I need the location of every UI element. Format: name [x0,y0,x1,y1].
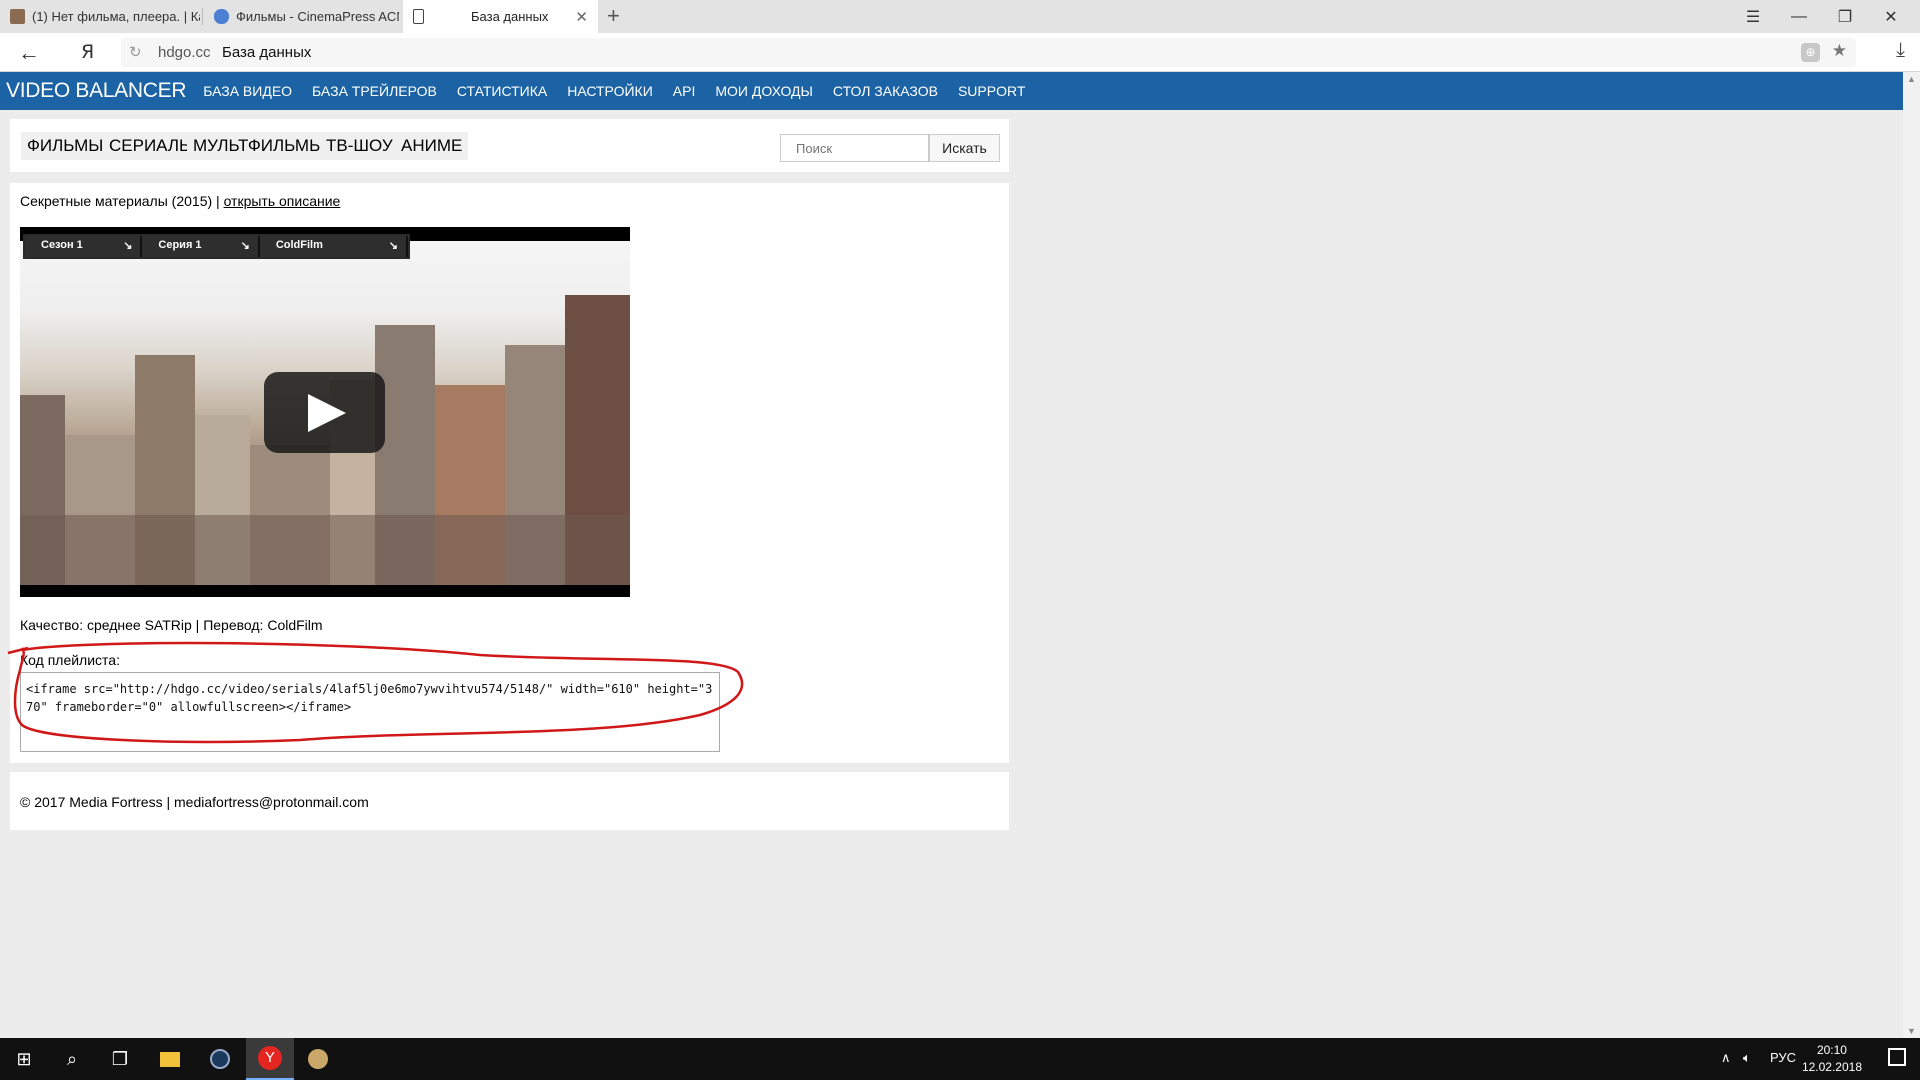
footer-panel: © 2017 Media Fortress | mediafortress@pr… [10,772,1009,830]
site-navbar: VIDEO BALANCER БАЗА ВИДЕО БАЗА ТРЕЙЛЕРОВ… [0,72,1903,110]
nav-income[interactable]: МОИ ДОХОДЫ [715,83,813,99]
close-window-button[interactable]: ✕ [1868,0,1914,33]
category-series[interactable]: СЕРИАЛЫ [103,132,201,160]
tab-favicon-icon [10,9,25,24]
site-brand[interactable]: VIDEO BALANCER [6,79,186,103]
tab-1[interactable]: (1) Нет фильма, плеера. | Ка [0,0,200,33]
title-separator: | [212,193,224,209]
file-explorer-icon[interactable] [146,1038,194,1080]
task-view-icon[interactable]: ❐ [96,1038,144,1080]
tab-title: База данных [471,9,549,24]
back-arrow-icon[interactable]: ← [18,40,40,66]
yandex-icon[interactable]: Я [81,41,94,63]
episode-label: Серия 1 [158,239,202,251]
category-cartoons[interactable]: МУЛЬТФИЛЬМЫ [187,132,331,160]
dropdown-arrow-icon: ↘ [388,240,398,252]
url-field[interactable]: ↻ hdgo.cc База данных ⊕ ★ [121,38,1856,67]
nav-orders[interactable]: СТОЛ ЗАКАЗОВ [833,83,938,99]
dropdown-arrow-icon: ↘ [123,240,133,252]
category-anime[interactable]: АНИМЕ [395,132,469,160]
restore-button[interactable]: ❐ [1822,0,1868,33]
database-icon [214,9,229,24]
category-films[interactable]: ФИЛЬМЫ [21,132,110,160]
tab-title: Фильмы - CinemaPress ACM [236,9,399,24]
playlist-code-label: Код плейлиста: [20,652,120,668]
protect-icon[interactable]: ⊕ [1801,43,1820,62]
movie-panel: Секретные материалы (2015) | открыть опи… [10,183,1009,763]
tab-title: (1) Нет фильма, плеера. | Ка [32,9,200,24]
translation-label: ColdFilm [275,239,323,251]
tray-expand-icon[interactable]: ∧ [1721,1050,1731,1066]
play-icon [308,394,346,432]
player-selector-bar: Сезон 1 ↘ Серия 1 ↘ ColdFilm ↘ [23,234,410,259]
minimize-button[interactable]: — [1776,0,1822,33]
steam-icon[interactable] [196,1038,244,1080]
volume-icon[interactable]: 🔈︎ [1743,1050,1751,1066]
translation-select[interactable]: ColdFilm ↘ [259,236,406,257]
url-page-title: База данных [222,44,312,61]
season-select[interactable]: Сезон 1 ↘ [25,236,141,257]
address-bar: ← Я ↻ hdgo.cc База данных ⊕ ★ ⤓ [0,33,1920,72]
clock-date: 12.02.2018 [1801,1060,1862,1074]
clock-time: 20:10 [1816,1043,1847,1057]
browser-tab-bar: (1) Нет фильма, плеера. | Ка Фильмы - Ci… [0,0,1920,33]
close-tab-icon[interactable]: ✕ [575,8,588,26]
movie-title: Секретные материалы (2015) [20,193,213,209]
yandex-browser-icon[interactable]: Y [246,1038,294,1080]
playlist-code-textarea[interactable]: <iframe src="http://hdgo.cc/video/serial… [20,672,720,752]
url-domain: hdgo.cc [158,44,211,61]
taskbar-clock[interactable]: 20:10 12.02.2018 [1802,1042,1862,1076]
input-language[interactable]: РУС [1770,1050,1796,1065]
nav-support[interactable]: SUPPORT [958,83,1025,99]
nav-settings[interactable]: НАСТРОЙКИ [567,83,653,99]
tab-2[interactable]: Фильмы - CinemaPress ACM [204,0,399,33]
new-tab-button[interactable]: + [607,4,620,28]
dropdown-arrow-icon: ↘ [240,240,250,252]
category-tv-shows[interactable]: ТВ-ШОУ [320,132,399,160]
notification-center-icon[interactable] [1888,1048,1906,1066]
scroll-down-icon[interactable]: ▼ [1907,1026,1916,1036]
paint-app-icon[interactable] [294,1038,342,1080]
nav-trailer-db[interactable]: БАЗА ТРЕЙЛЕРОВ [312,83,437,99]
open-description-link[interactable]: открыть описание [224,193,341,209]
movie-header: Секретные материалы (2015) | открыть опи… [20,193,340,209]
scroll-up-icon[interactable]: ▲ [1907,74,1916,84]
play-button[interactable] [264,372,385,453]
start-windows-icon[interactable]: ⊞ [0,1038,48,1080]
tab-separator [202,8,203,25]
episode-select[interactable]: Серия 1 ↘ [142,236,258,257]
bookmark-star-icon[interactable]: ★ [1832,41,1847,61]
reload-icon[interactable]: ↻ [129,43,142,61]
search-button[interactable]: Искать [929,134,1000,162]
search-input[interactable] [780,134,929,162]
download-icon[interactable]: ⤓ [1896,39,1905,62]
search-icon[interactable]: ⌕ [48,1038,96,1080]
season-label: Сезон 1 [41,239,83,251]
nav-statistics[interactable]: СТАТИСТИКА [457,83,547,99]
quality-info: Качество: среднее SATRip | Перевод: Cold… [20,617,323,633]
nav-video-db[interactable]: БАЗА ВИДЕО [203,83,292,99]
page-icon [413,9,424,24]
page-scrollbar[interactable]: ▲ ▼ [1903,72,1920,1038]
footer-copyright: © 2017 Media Fortress | mediafortress@pr… [20,794,369,810]
tab-3-active[interactable]: База данных ✕ [403,0,598,33]
nav-api[interactable]: API [673,83,696,99]
category-panel: ФИЛЬМЫ СЕРИАЛЫ МУЛЬТФИЛЬМЫ ТВ-ШОУ АНИМЕ … [10,119,1009,172]
windows-taskbar: ⊞ ⌕ ❐ Y ∧ 🔈︎ РУС 20:10 12.02.2018 [0,1038,1920,1080]
video-player[interactable]: Сезон 1 ↘ Серия 1 ↘ ColdFilm ↘ [20,227,630,597]
browser-menu-icon[interactable]: ☰ [1730,0,1776,33]
